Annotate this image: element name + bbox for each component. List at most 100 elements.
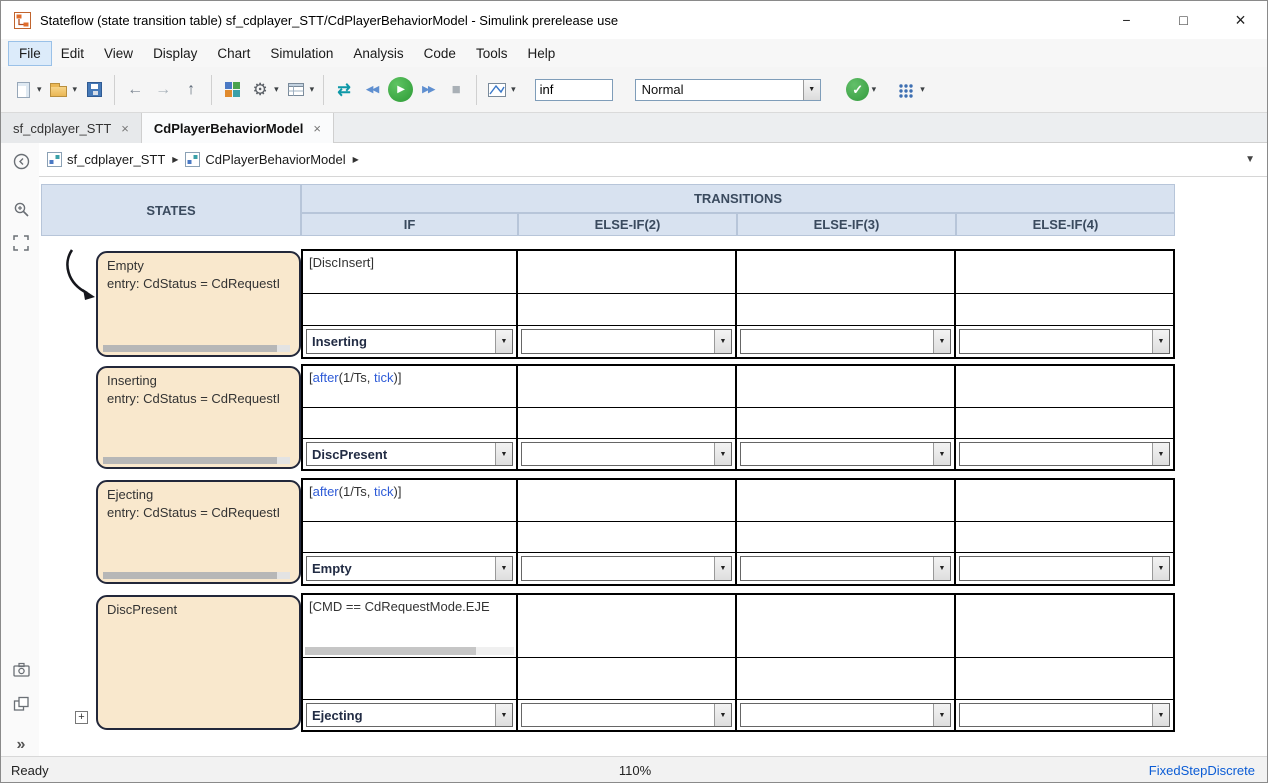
condition-cell[interactable] xyxy=(518,595,735,658)
condition-hscrollbar[interactable] xyxy=(305,647,514,655)
transition-cell-elseif3[interactable]: ▼ xyxy=(735,593,956,732)
destination-dropdown[interactable]: ▼ xyxy=(959,556,1170,581)
menu-chart[interactable]: Chart xyxy=(207,42,260,65)
build-button[interactable] xyxy=(893,76,919,104)
transition-cell-elseif3[interactable]: ▼ xyxy=(735,249,956,359)
destination-dropdown[interactable]: ▼ xyxy=(521,703,732,727)
default-transition-arrow[interactable] xyxy=(57,245,99,307)
scrollbar-thumb[interactable] xyxy=(103,572,277,579)
condition-cell[interactable] xyxy=(518,366,735,408)
condition-cell[interactable] xyxy=(518,251,735,294)
state-inserting[interactable]: Inserting entry: CdStatus = CdRequestI xyxy=(96,366,301,469)
condition-cell[interactable] xyxy=(956,595,1173,658)
condition-cell[interactable] xyxy=(737,366,954,408)
transition-cell-elseif3[interactable]: ▼ xyxy=(735,364,956,471)
menu-help[interactable]: Help xyxy=(517,42,565,65)
model-explorer-button[interactable] xyxy=(283,76,309,104)
dropdown-arrow-icon[interactable]: ▼ xyxy=(495,704,512,726)
menu-edit[interactable]: Edit xyxy=(51,42,94,65)
dropdown-arrow-icon[interactable]: ▼ xyxy=(495,557,512,580)
more-tools-button[interactable]: » xyxy=(11,735,31,755)
condition-cell[interactable]: [CMD == CdRequestMode.EJE xyxy=(303,595,516,658)
menu-analysis[interactable]: Analysis xyxy=(343,42,413,65)
state-hscrollbar[interactable] xyxy=(103,572,290,579)
condition-cell[interactable] xyxy=(956,366,1173,408)
scrollbar-thumb[interactable] xyxy=(103,345,277,352)
condition-cell[interactable] xyxy=(956,251,1173,294)
menu-simulation[interactable]: Simulation xyxy=(260,42,343,65)
condition-cell[interactable]: [DiscInsert] xyxy=(303,251,516,294)
action-cell[interactable] xyxy=(956,294,1173,326)
zoom-button[interactable] xyxy=(11,199,31,219)
breadcrumb-expand-button[interactable]: ▼ xyxy=(1245,154,1255,165)
state-ejecting[interactable]: Ejecting entry: CdStatus = CdRequestI xyxy=(96,480,301,584)
destination-dropdown[interactable]: ▼ xyxy=(740,442,951,466)
action-cell[interactable] xyxy=(518,294,735,326)
save-button[interactable] xyxy=(81,76,107,104)
action-cell[interactable] xyxy=(303,408,516,439)
state-hscrollbar[interactable] xyxy=(103,457,290,464)
stop-time-input[interactable] xyxy=(534,78,613,101)
action-cell[interactable] xyxy=(303,294,516,326)
dropdown-arrow-icon[interactable]: ▼ xyxy=(1152,443,1169,465)
close-tab-icon[interactable]: × xyxy=(121,121,129,136)
destination-dropdown[interactable]: ▼ xyxy=(959,703,1170,727)
destination-dropdown[interactable]: ▼ xyxy=(740,329,951,354)
dropdown-arrow-icon[interactable]: ▼ xyxy=(495,330,512,353)
action-cell[interactable] xyxy=(956,408,1173,439)
settings-button[interactable]: ⚙ xyxy=(247,76,273,104)
fit-to-view-button[interactable] xyxy=(11,233,31,253)
action-cell[interactable] xyxy=(956,658,1173,700)
back-button[interactable]: ← xyxy=(122,76,148,104)
condition-cell[interactable] xyxy=(518,480,735,522)
stop-button[interactable]: ■ xyxy=(443,76,469,104)
open-dropdown-caret[interactable]: ▾ xyxy=(73,84,78,95)
breadcrumb-item-model[interactable]: sf_cdplayer_STT xyxy=(47,152,165,167)
action-cell[interactable] xyxy=(737,294,954,326)
new-model-button[interactable] xyxy=(10,76,36,104)
tab-sf-cdplayer-stt[interactable]: sf_cdplayer_STT × xyxy=(1,113,142,143)
condition-cell[interactable] xyxy=(956,480,1173,522)
dropdown-arrow-icon[interactable]: ▼ xyxy=(714,443,731,465)
data-inspector-button[interactable] xyxy=(484,76,510,104)
new-model-dropdown-caret[interactable]: ▾ xyxy=(37,84,42,95)
destination-dropdown[interactable]: ▼ xyxy=(959,329,1170,354)
dropdown-arrow-icon[interactable]: ▼ xyxy=(1152,557,1169,580)
close-button[interactable]: × xyxy=(1212,1,1267,39)
destination-dropdown[interactable]: Inserting ▼ xyxy=(306,329,513,354)
dropdown-arrow-icon[interactable]: ▼ xyxy=(933,704,950,726)
transition-cell-elseif2[interactable]: ▼ xyxy=(516,593,737,732)
condition-cell[interactable] xyxy=(737,595,954,658)
action-cell[interactable] xyxy=(737,408,954,439)
tab-cdplayerbehaviormodel[interactable]: CdPlayerBehaviorModel × xyxy=(141,113,334,143)
transition-cell-elseif4[interactable]: ▼ xyxy=(954,364,1175,471)
dropdown-arrow-icon[interactable]: ▼ xyxy=(933,330,950,353)
transition-cell-if[interactable]: [after(1/Ts, tick)] DiscPresent ▼ xyxy=(301,364,518,471)
condition-cell[interactable]: [after(1/Ts, tick)] xyxy=(303,366,516,408)
viewmarks-button[interactable] xyxy=(11,694,31,714)
dropdown-arrow-icon[interactable]: ▼ xyxy=(1152,330,1169,353)
action-cell[interactable] xyxy=(303,522,516,553)
breadcrumb-item-chart[interactable]: CdPlayerBehaviorModel xyxy=(185,152,346,167)
destination-dropdown[interactable]: ▼ xyxy=(740,556,951,581)
expand-rows-button[interactable]: + xyxy=(75,711,88,724)
minimize-button[interactable]: − xyxy=(1098,1,1155,39)
menu-view[interactable]: View xyxy=(94,42,143,65)
hide-explorer-button[interactable] xyxy=(11,151,31,171)
step-back-button[interactable]: ◀◀ xyxy=(359,76,385,104)
refresh-button[interactable]: ⇄ xyxy=(331,76,357,104)
transition-cell-if[interactable]: [after(1/Ts, tick)] Empty ▼ xyxy=(301,478,518,586)
destination-dropdown[interactable]: ▼ xyxy=(521,442,732,466)
destination-dropdown[interactable]: Ejecting ▼ xyxy=(306,703,513,727)
dropdown-arrow-icon[interactable]: ▼ xyxy=(714,330,731,353)
dropdown-arrow-icon[interactable]: ▼ xyxy=(714,704,731,726)
condition-cell[interactable]: [after(1/Ts, tick)] xyxy=(303,480,516,522)
destination-dropdown[interactable]: ▼ xyxy=(959,442,1170,466)
model-explorer-dropdown-caret[interactable]: ▾ xyxy=(310,84,315,95)
transition-cell-elseif3[interactable]: ▼ xyxy=(735,478,956,586)
destination-dropdown[interactable]: ▼ xyxy=(521,329,732,354)
scrollbar-thumb[interactable] xyxy=(305,647,477,655)
state-hscrollbar[interactable] xyxy=(103,345,290,352)
destination-dropdown[interactable]: ▼ xyxy=(740,703,951,727)
menu-code[interactable]: Code xyxy=(414,42,466,65)
